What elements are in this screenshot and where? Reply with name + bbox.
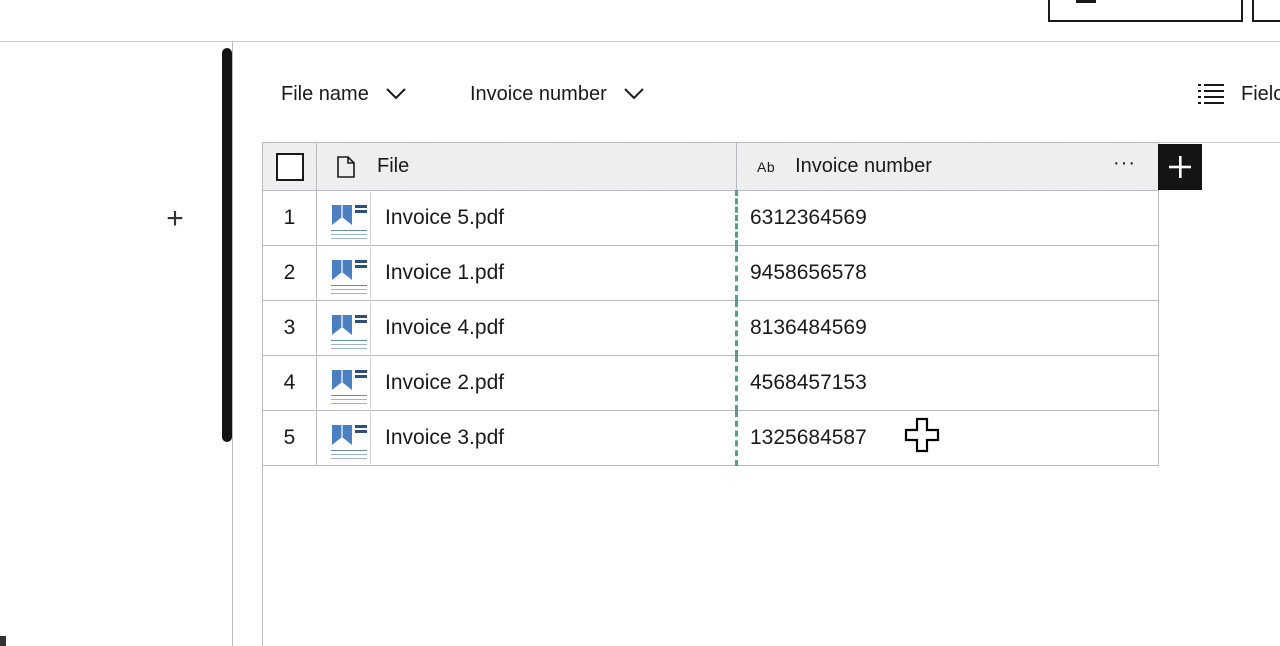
- file-cell[interactable]: Invoice 2.pdf: [316, 355, 737, 411]
- select-all-checkbox[interactable]: [275, 152, 304, 181]
- chevron-down-icon: [623, 83, 645, 105]
- filter-file-name[interactable]: File name: [281, 80, 407, 108]
- filter-label: File name: [281, 82, 369, 105]
- fields-label: Fielc: [1241, 82, 1280, 105]
- company-logo-icon: [332, 315, 352, 335]
- column-label: Invoice number: [795, 155, 932, 177]
- table-row[interactable]: 4 Invoice 2.pdf 4568457153: [262, 355, 1159, 411]
- invoice-number-cell[interactable]: 6312364569: [735, 190, 1159, 246]
- upload-icon: [1076, 0, 1096, 3]
- row-index: 5: [262, 410, 317, 466]
- filter-invoice-number[interactable]: Invoice number: [470, 80, 645, 108]
- file-name: Invoice 4.pdf: [385, 316, 505, 339]
- list-icon: [1198, 84, 1224, 104]
- header-divider: [0, 41, 1280, 42]
- company-logo-icon: [332, 260, 352, 280]
- corner-mark: [0, 636, 6, 646]
- file-cell[interactable]: Invoice 3.pdf: [316, 410, 737, 466]
- plus-icon: [1169, 156, 1191, 178]
- add-column-button[interactable]: [1158, 144, 1202, 190]
- column-header-file[interactable]: File: [316, 142, 737, 191]
- add-item-button[interactable]: +: [162, 204, 188, 234]
- invoice-thumbnail: [317, 247, 371, 299]
- table-row[interactable]: 1 Invoice 5.pdf 6312364569: [262, 190, 1159, 246]
- table-row[interactable]: 5 Invoice 3.pdf 1325684587: [262, 410, 1159, 466]
- row-index: 1: [262, 190, 317, 246]
- table-header-row: File Ab Invoice number ···: [262, 142, 1159, 191]
- company-logo-icon: [332, 370, 352, 390]
- file-icon: [337, 155, 355, 178]
- select-all-cell: [262, 142, 317, 191]
- invoice-thumbnail: [317, 357, 371, 409]
- text-type-icon: Ab: [757, 158, 776, 175]
- file-name: Invoice 1.pdf: [385, 261, 505, 284]
- table-row[interactable]: 3 Invoice 4.pdf 8136484569: [262, 300, 1159, 356]
- invoice-thumbnail: [317, 412, 371, 464]
- invoice-number-cell[interactable]: 9458656578: [735, 245, 1159, 301]
- table-row[interactable]: 2 Invoice 1.pdf 9458656578: [262, 245, 1159, 301]
- row-index: 4: [262, 355, 317, 411]
- row-index: 3: [262, 300, 317, 356]
- file-cell[interactable]: Invoice 1.pdf: [316, 245, 737, 301]
- invoice-number-cell[interactable]: 1325684587: [735, 410, 1159, 466]
- file-cell[interactable]: Invoice 4.pdf: [316, 300, 737, 356]
- extraction-view: + File name Invoice number Fielc File Ab…: [0, 0, 1280, 646]
- grid-left-rule: [262, 460, 263, 646]
- invoice-thumbnail: [317, 302, 371, 354]
- fields-button[interactable]: Fielc: [1198, 80, 1280, 108]
- invoice-number-cell[interactable]: 8136484569: [735, 300, 1159, 356]
- file-name: Invoice 2.pdf: [385, 371, 505, 394]
- company-logo-icon: [332, 205, 352, 225]
- chevron-down-icon: [385, 83, 407, 105]
- company-logo-icon: [332, 425, 352, 445]
- column-header-invoice-number[interactable]: Ab Invoice number ···: [736, 142, 1159, 191]
- panel-divider: [232, 42, 233, 646]
- top-toolbar-button[interactable]: [1048, 0, 1243, 22]
- invoice-thumbnail: [317, 192, 371, 244]
- column-label: File: [377, 155, 410, 177]
- file-name: Invoice 3.pdf: [385, 426, 505, 449]
- filter-label: Invoice number: [470, 82, 607, 105]
- file-name: Invoice 5.pdf: [385, 206, 505, 229]
- file-cell[interactable]: Invoice 5.pdf: [316, 190, 737, 246]
- left-panel-scrollbar[interactable]: [222, 48, 232, 442]
- top-toolbar-button-secondary[interactable]: [1252, 0, 1280, 22]
- invoice-table: File Ab Invoice number ··· 1 Invoice 5.pd…: [262, 142, 1159, 466]
- invoice-number-cell[interactable]: 4568457153: [735, 355, 1159, 411]
- row-index: 2: [262, 245, 317, 301]
- more-options-icon[interactable]: ···: [1113, 153, 1136, 173]
- grid-top-rule: [1158, 142, 1280, 143]
